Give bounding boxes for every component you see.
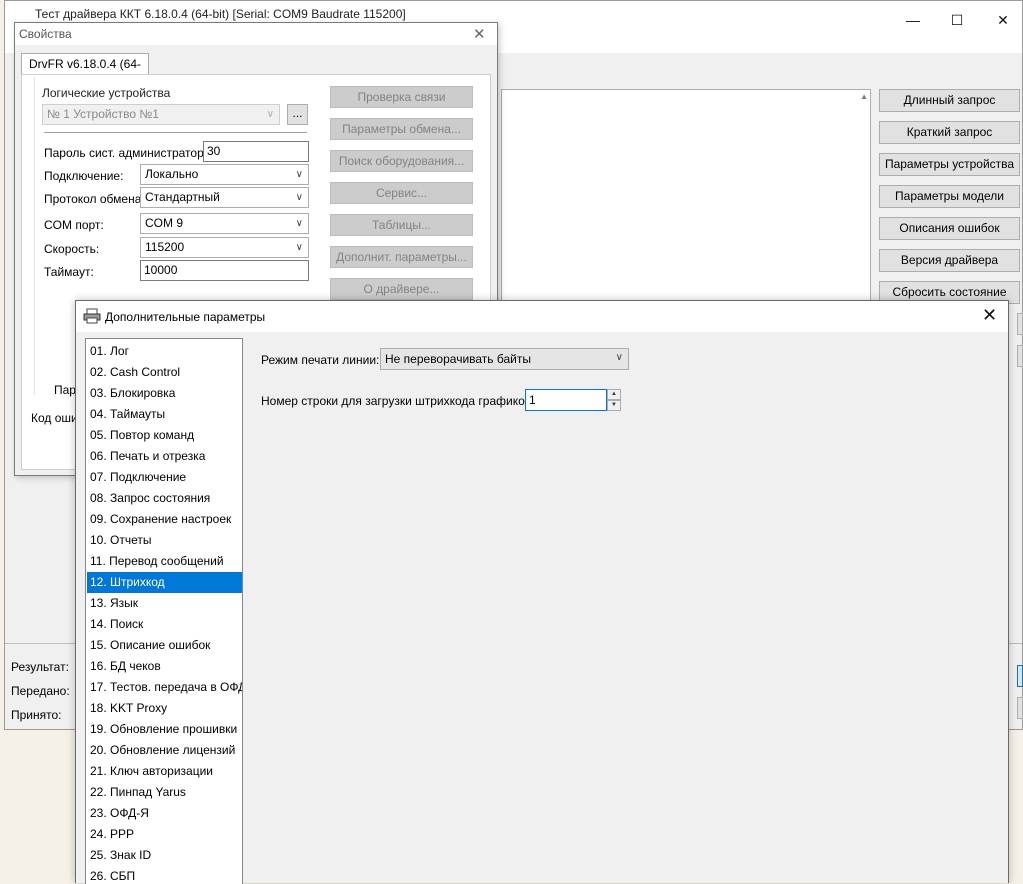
output-textarea[interactable]: ▲	[501, 89, 871, 305]
print-mode-select[interactable]: Не переворачивать байты ∨	[380, 348, 629, 370]
about-driver-button[interactable]: О драйвере...	[330, 278, 473, 300]
partial-button[interactable]	[1017, 345, 1023, 367]
list-item[interactable]: 05. Повтор команд	[87, 425, 242, 446]
device-params-button[interactable]: Параметры устройства	[879, 153, 1020, 176]
advanced-params-dialog: Дополнительные параметры ✕ 01. Лог 02. Ca…	[75, 300, 1009, 884]
speed-select[interactable]: 115200 ∨	[140, 237, 309, 258]
short-request-button[interactable]: Краткий запрос	[879, 121, 1020, 144]
list-item[interactable]: 26. СБП	[87, 866, 242, 884]
minimize-icon[interactable]: —	[898, 9, 928, 31]
list-item[interactable]: 03. Блокировка	[87, 383, 242, 404]
error-descriptions-button[interactable]: Описания ошибок	[879, 217, 1020, 240]
partial-button[interactable]	[1017, 313, 1023, 335]
tables-button[interactable]: Таблицы...	[330, 214, 473, 236]
protocol-select[interactable]: Стандартный ∨	[140, 187, 309, 208]
scroll-up-icon[interactable]: ▲	[860, 92, 868, 101]
additional-params-button[interactable]: Дополнит. параметры...	[330, 246, 473, 268]
print-mode-value: Не переворачивать байты	[385, 352, 531, 366]
chevron-down-icon: ∨	[615, 352, 623, 363]
list-item[interactable]: 14. Поиск	[87, 614, 242, 635]
chevron-down-icon: ∨	[266, 109, 274, 120]
advanced-params-title: Дополнительные параметры	[105, 310, 266, 324]
list-item[interactable]: 18. KKT Proxy	[87, 698, 242, 719]
com-port-label: COM порт:	[44, 218, 104, 232]
barcode-row-spinner: ▲ ▼	[607, 389, 621, 411]
connection-select[interactable]: Локально ∨	[140, 164, 309, 185]
timeout-label: Таймаут:	[44, 265, 94, 279]
separator	[44, 132, 307, 133]
list-item[interactable]: 21. Ключ авторизации	[87, 761, 242, 782]
list-item[interactable]: 07. Подключение	[87, 467, 242, 488]
list-item[interactable]: 24. PPP	[87, 824, 242, 845]
list-item[interactable]: 11. Перевод сообщений	[87, 551, 242, 572]
result-label: Результат:	[11, 660, 69, 674]
barcode-row-label: Номер строки для загрузки штрихкода граф…	[261, 394, 535, 408]
speed-value: 115200	[145, 240, 185, 254]
close-icon[interactable]: ✕	[473, 25, 486, 43]
connection-label: Подключение:	[44, 169, 124, 183]
list-item[interactable]: 06. Печать и отрезка	[87, 446, 242, 467]
chevron-down-icon: ∨	[295, 169, 303, 180]
list-item[interactable]: 13. Язык	[87, 593, 242, 614]
list-item[interactable]: 10. Отчеты	[87, 530, 242, 551]
spin-down-icon[interactable]: ▼	[607, 400, 621, 411]
received-label: Принято:	[11, 708, 62, 722]
sent-label: Передано:	[11, 684, 70, 698]
list-item[interactable]: 12. Штрихкод	[87, 572, 242, 593]
protocol-label: Протокол обмена:	[44, 192, 145, 206]
barcode-row-input[interactable]: 1	[525, 389, 607, 411]
chevron-down-icon: ∨	[295, 218, 303, 229]
list-item[interactable]: 17. Тестов. передача в ОФД	[87, 677, 242, 698]
service-button[interactable]: Сервис...	[330, 182, 473, 204]
close-icon[interactable]: ✕	[982, 305, 997, 326]
list-item[interactable]: 23. ОФД-Я	[87, 803, 242, 824]
logical-device-value: № 1 Устройство №1	[47, 107, 159, 121]
list-item[interactable]: 01. Лог	[87, 341, 242, 362]
close-icon[interactable]: ✕	[988, 9, 1018, 31]
protocol-value: Стандартный	[145, 190, 220, 204]
logical-device-select[interactable]: № 1 Устройство №1 ∨	[42, 104, 280, 125]
list-item[interactable]: 19. Обновление прошивки	[87, 719, 242, 740]
browse-button[interactable]: ...	[287, 104, 308, 125]
group-border	[34, 77, 35, 395]
check-connection-button[interactable]: Проверка связи	[330, 86, 473, 108]
partial-button[interactable]	[1017, 697, 1023, 719]
properties-title: Свойства	[19, 27, 72, 41]
print-mode-label: Режим печати линии:	[261, 353, 380, 367]
search-equipment-button[interactable]: Поиск оборудования...	[330, 150, 473, 172]
model-params-button[interactable]: Параметры модели	[879, 185, 1020, 208]
com-port-select[interactable]: COM 9 ∨	[140, 213, 309, 234]
chevron-down-icon: ∨	[295, 242, 303, 253]
timeout-input[interactable]: 10000	[140, 260, 309, 281]
tab-driver[interactable]: DrvFR v6.18.0.4 (64-bit)	[21, 53, 149, 91]
list-item[interactable]: 04. Таймауты	[87, 404, 242, 425]
list-item[interactable]: 08. Запрос состояния	[87, 488, 242, 509]
list-item[interactable]: 09. Сохранение настроек	[87, 509, 242, 530]
main-window-title: Тест драйвера ККТ 6.18.0.4 (64-bit) [Ser…	[35, 7, 406, 21]
com-port-value: COM 9	[145, 216, 184, 230]
list-item[interactable]: 20. Обновление лицензий	[87, 740, 242, 761]
connection-value: Локально	[145, 167, 199, 181]
admin-password-label: Пароль сист. администратора:	[44, 146, 214, 160]
list-item[interactable]: 25. Знак ID	[87, 845, 242, 866]
list-item[interactable]: 22. Пинпад Yarus	[87, 782, 242, 803]
speed-label: Скорость:	[44, 242, 100, 256]
logical-devices-label: Логические устройства	[42, 86, 171, 100]
list-item[interactable]: 02. Cash Control	[87, 362, 242, 383]
admin-password-input[interactable]: 30	[203, 141, 309, 162]
list-item[interactable]: 15. Описание ошибок	[87, 635, 242, 656]
driver-version-button[interactable]: Версия драйвера	[879, 249, 1020, 272]
maximize-icon[interactable]: ☐	[942, 9, 972, 31]
list-item[interactable]: 16. БД чеков	[87, 656, 242, 677]
advanced-params-titlebar: Дополнительные параметры ✕	[76, 301, 1008, 332]
exchange-params-button[interactable]: Параметры обмена...	[330, 118, 473, 140]
properties-titlebar: Свойства ✕	[15, 23, 497, 45]
category-list[interactable]: 01. Лог 02. Cash Control 03. Блокировка 04.…	[85, 338, 243, 884]
long-request-button[interactable]: Длинный запрос	[879, 89, 1020, 112]
partial-button[interactable]	[1017, 665, 1023, 687]
chevron-down-icon: ∨	[295, 192, 303, 203]
spin-up-icon[interactable]: ▲	[607, 389, 621, 400]
printer-icon	[83, 308, 101, 324]
